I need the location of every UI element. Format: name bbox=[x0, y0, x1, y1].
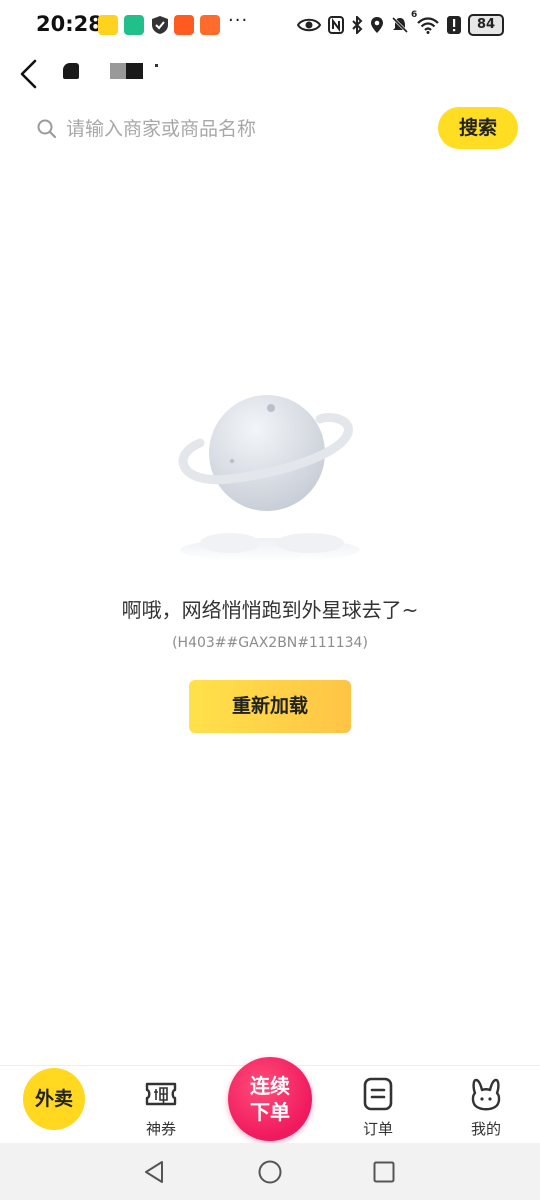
notification-app-icon bbox=[124, 15, 144, 35]
eye-icon bbox=[297, 18, 321, 32]
combo-label-line1: 连续 bbox=[250, 1074, 290, 1098]
location-icon bbox=[371, 17, 383, 33]
profile-icon bbox=[471, 1078, 501, 1111]
header-title-redacted bbox=[63, 63, 79, 79]
chevron-left-icon[interactable] bbox=[14, 56, 46, 92]
status-icons: 6 84 bbox=[297, 10, 504, 36]
order-icon bbox=[363, 1077, 393, 1111]
shield-icon bbox=[152, 16, 168, 34]
nfc-icon bbox=[328, 16, 344, 34]
notification-app-icon bbox=[98, 15, 118, 35]
search-button[interactable]: 搜索 bbox=[438, 107, 518, 149]
reload-button[interactable]: 重新加载 bbox=[189, 680, 351, 733]
tab-label: 我的 bbox=[470, 1120, 501, 1138]
status-bar: 20:28 ··· 6 84 bbox=[0, 0, 540, 50]
tab-profile[interactable]: 我的 bbox=[446, 1072, 526, 1142]
coupon-icon bbox=[145, 1082, 177, 1106]
search-icon bbox=[37, 119, 57, 139]
tab-label: 神券 bbox=[145, 1120, 176, 1138]
system-navigation-bar bbox=[0, 1143, 540, 1200]
header-title-redacted bbox=[126, 63, 143, 79]
search-bar: 搜索 bbox=[24, 104, 524, 154]
wifi-icon bbox=[417, 17, 439, 34]
error-code: (H403##GAX2BN#111134) bbox=[172, 635, 368, 651]
planet-icon bbox=[178, 395, 360, 562]
search-input[interactable] bbox=[66, 114, 426, 144]
nav-back-icon[interactable] bbox=[143, 1160, 165, 1184]
status-time: 20:28 bbox=[36, 12, 103, 36]
tab-coupon[interactable]: 神券 bbox=[121, 1072, 201, 1142]
tab-label: 订单 bbox=[362, 1120, 393, 1138]
notification-app-icon bbox=[174, 15, 194, 35]
header-title-redacted bbox=[155, 64, 158, 67]
tab-combo-order[interactable]: 连续 下单 bbox=[228, 1057, 312, 1141]
nav-home-icon[interactable] bbox=[258, 1160, 282, 1184]
notification-app-icon bbox=[200, 15, 220, 35]
battery-indicator: 84 bbox=[468, 14, 504, 36]
error-message: 啊哦，网络悄悄跑到外星球去了~ bbox=[121, 598, 419, 622]
alert-icon bbox=[447, 16, 461, 34]
bluetooth-icon bbox=[352, 16, 363, 34]
more-notifications-icon: ··· bbox=[228, 10, 249, 31]
header-title-redacted bbox=[110, 63, 126, 79]
nav-recents-icon[interactable] bbox=[373, 1161, 395, 1183]
tab-waimai[interactable]: 外卖 bbox=[23, 1068, 85, 1130]
wifi-indicator: 6 bbox=[411, 10, 440, 34]
tab-orders[interactable]: 订单 bbox=[338, 1072, 418, 1142]
mute-icon bbox=[391, 16, 409, 34]
combo-label-line2: 下单 bbox=[250, 1100, 290, 1124]
network-label: 6 bbox=[411, 10, 418, 20]
